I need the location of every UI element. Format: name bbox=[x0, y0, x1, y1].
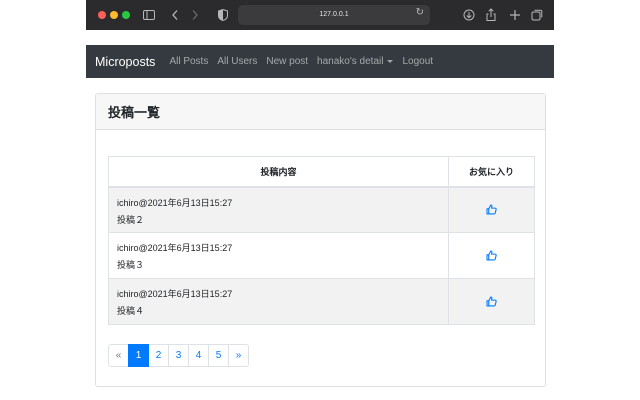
pagination-page-3[interactable]: 3 bbox=[168, 344, 189, 367]
chevron-left-icon[interactable] bbox=[168, 7, 182, 23]
post-content: 投稿４ bbox=[117, 306, 145, 316]
page-title: 投稿一覧 bbox=[108, 105, 161, 120]
thumbs-up-icon[interactable] bbox=[486, 250, 497, 261]
minimize-window-button[interactable] bbox=[110, 11, 118, 19]
pagination-page-1[interactable]: 1 bbox=[128, 344, 149, 367]
nav-link-logout[interactable]: Logout bbox=[402, 56, 433, 67]
nav-dropdown-label: hanako's detail bbox=[317, 56, 384, 67]
favorite-cell bbox=[448, 186, 535, 233]
column-header-favorite: お気に入り bbox=[448, 156, 535, 188]
caret-down-icon bbox=[387, 59, 394, 63]
table-header-row: 投稿内容 お気に入り bbox=[108, 156, 535, 188]
post-author-time: ichiro@2021年6月13日15:27 bbox=[117, 289, 233, 299]
nav-dropdown-user-detail[interactable]: hanako's detail bbox=[317, 56, 394, 67]
pagination-page-4[interactable]: 4 bbox=[188, 344, 209, 367]
shield-icon[interactable] bbox=[216, 7, 230, 23]
post-author-time: ichiro@2021年6月13日15:27 bbox=[117, 243, 233, 253]
pagination-next[interactable]: » bbox=[228, 344, 249, 367]
post-content: 投稿３ bbox=[117, 260, 145, 270]
post-cell: ichiro@2021年6月13日15:27 投稿４ bbox=[108, 278, 449, 325]
posts-card: 投稿一覧 投稿内容 お気に入り ichiro@2021年6月13日15:27 投… bbox=[95, 93, 546, 387]
pagination: « 1 2 3 4 5 » bbox=[108, 344, 249, 367]
favorite-cell bbox=[448, 232, 535, 279]
thumbs-up-icon[interactable] bbox=[486, 204, 497, 215]
table-row: ichiro@2021年6月13日15:27 投稿３ bbox=[108, 232, 535, 279]
table-row: ichiro@2021年6月13日15:27 投稿４ bbox=[108, 278, 535, 325]
plus-icon[interactable] bbox=[508, 7, 522, 23]
post-content: 投稿２ bbox=[117, 214, 145, 225]
url-text: 127.0.0.1 bbox=[319, 11, 349, 18]
close-window-button[interactable] bbox=[98, 11, 106, 19]
nav-link-all-users[interactable]: All Users bbox=[217, 56, 257, 67]
post-cell: ichiro@2021年6月13日15:27 投稿３ bbox=[108, 232, 449, 279]
browser-toolbar: 127.0.0.1 ↻ bbox=[86, 0, 554, 30]
posts-table: 投稿内容 お気に入り ichiro@2021年6月13日15:27 投稿２ ic… bbox=[108, 156, 535, 325]
tabs-overview-icon[interactable] bbox=[530, 7, 544, 23]
pagination-page-5[interactable]: 5 bbox=[208, 344, 229, 367]
pagination-page-2[interactable]: 2 bbox=[148, 344, 169, 367]
post-cell: ichiro@2021年6月13日15:27 投稿２ bbox=[108, 186, 449, 233]
navbar-brand[interactable]: Microposts bbox=[95, 55, 155, 69]
address-bar[interactable]: 127.0.0.1 ↻ bbox=[238, 5, 430, 25]
pagination-prev[interactable]: « bbox=[108, 344, 129, 367]
thumbs-up-icon[interactable] bbox=[486, 296, 497, 307]
favorite-cell bbox=[448, 278, 535, 325]
zoom-window-button[interactable] bbox=[122, 11, 130, 19]
reload-icon[interactable]: ↻ bbox=[416, 7, 424, 18]
column-header-content: 投稿内容 bbox=[108, 156, 449, 188]
post-author-time: ichiro@2021年6月13日15:27 bbox=[117, 197, 233, 208]
chevron-right-icon[interactable] bbox=[188, 7, 202, 23]
share-icon[interactable] bbox=[484, 7, 498, 23]
nav-link-all-posts[interactable]: All Posts bbox=[169, 56, 208, 67]
download-icon[interactable] bbox=[462, 7, 476, 23]
card-header: 投稿一覧 bbox=[96, 94, 545, 130]
table-row: ichiro@2021年6月13日15:27 投稿２ bbox=[108, 186, 535, 233]
nav-link-new-post[interactable]: New post bbox=[266, 56, 308, 67]
browser-window: 127.0.0.1 ↻ Microposts All Posts All Use… bbox=[86, 0, 554, 400]
site-navbar: Microposts All Posts All Users New post … bbox=[86, 45, 554, 78]
sidebar-icon[interactable] bbox=[142, 7, 156, 23]
